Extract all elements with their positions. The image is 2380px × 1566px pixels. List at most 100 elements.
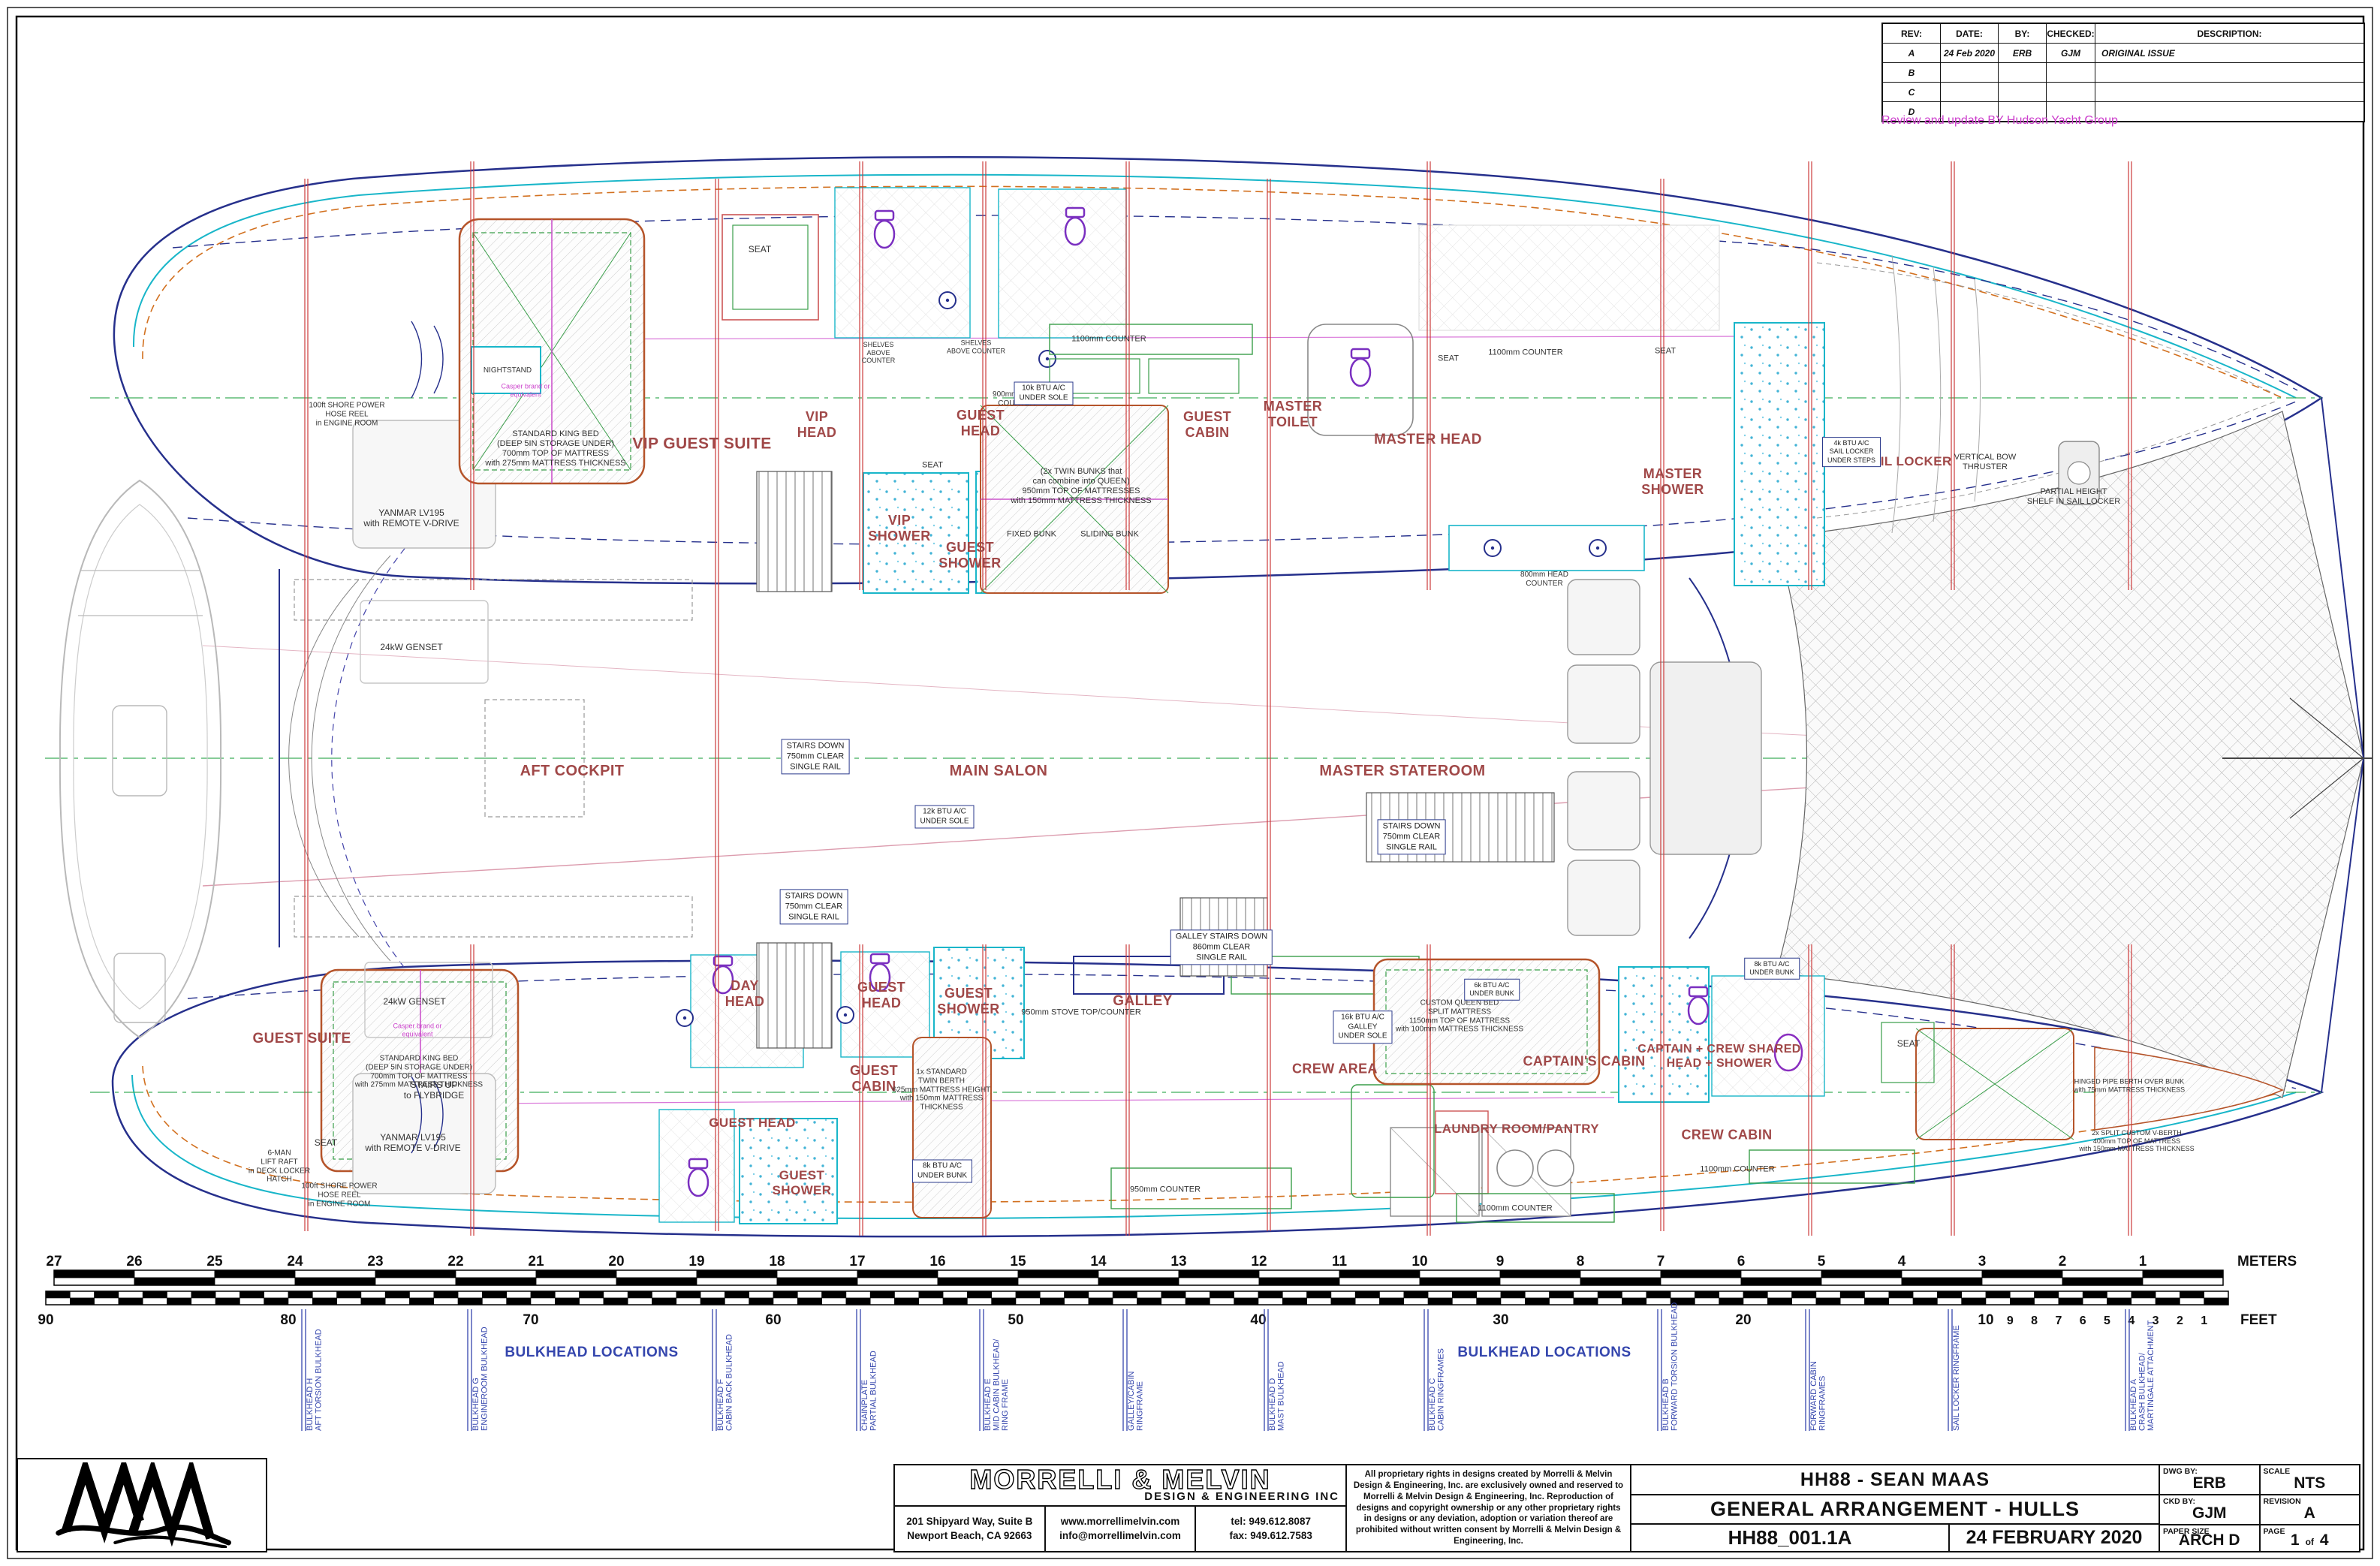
page-label: PAGE [2264,1527,2285,1536]
master-stateroom-furniture [1568,580,1761,935]
revision-label: REVISION [2264,1497,2301,1506]
svg-text:BULKHEAD FCABIN BACK BULKHEAD: BULKHEAD FCABIN BACK BULKHEAD [716,1334,734,1431]
company-tel: tel: 949.612.8087 [1231,1515,1311,1528]
revision-header-cell: BY: [1999,24,2047,44]
svg-text:2: 2 [2177,1315,2183,1327]
svg-text:30: 30 [1493,1312,1508,1328]
revision-note: Review and update BY Hudson Yacht Group [1881,114,2118,128]
svg-text:9: 9 [2007,1315,2014,1327]
dwg-by-cell: DWG BY: ERB [2160,1465,2261,1494]
revision-cell: B [1883,63,1941,83]
svg-text:BULKHEAD CCABIN RINGFRAMES: BULKHEAD CCABIN RINGFRAMES [1428,1348,1446,1431]
svg-text:GALLEY/CABINRINGFRAME: GALLEY/CABINRINGFRAME [1127,1371,1145,1431]
revision-header-cell: DESCRIPTION: [2095,24,2363,44]
svg-text:20: 20 [608,1254,624,1269]
revision-cell: C [1883,83,1941,102]
company-email: info@morrellimelvin.com [1059,1529,1181,1543]
ckd-by-value: GJM [2192,1504,2227,1522]
company-website: www.morrellimelvin.com [1061,1515,1180,1528]
ga-drawing: 2726252423222120191817161514131211109876… [0,0,2380,1566]
svg-text:CHAINPLATEPARTIAL BULKHEAD: CHAINPLATEPARTIAL BULKHEAD [860,1351,878,1431]
svg-text:BULKHEAD GENGINEROOM BULKHEAD: BULKHEAD GENGINEROOM BULKHEAD [471,1327,490,1431]
svg-text:20: 20 [1735,1312,1751,1328]
company-web: www.morrellimelvin.com info@morrellimelv… [1046,1507,1197,1551]
scale-value: NTS [2294,1474,2325,1492]
svg-text:21: 21 [528,1254,544,1269]
dwg-by-value: ERB [2193,1474,2226,1492]
svg-text:16: 16 [929,1254,945,1269]
svg-text:9: 9 [1496,1254,1505,1269]
company-logo [17,1458,267,1552]
svg-text:BULKHEAD EMID CABIN BULKHEAD/R: BULKHEAD EMID CABIN BULKHEAD/RING FRAME [984,1339,1010,1431]
svg-text:4: 4 [1898,1254,1906,1269]
address-line2: Newport Beach, CA 92663 [907,1529,1032,1543]
mm-logo-icon [21,1462,263,1548]
company-block: MORRELLI & MELVIN DESIGN & ENGINEERING I… [895,1465,1347,1551]
svg-text:80: 80 [280,1312,296,1328]
svg-text:SAIL LOCKER RINGFRAME: SAIL LOCKER RINGFRAME [1952,1325,1961,1431]
svg-text:70: 70 [523,1312,538,1328]
revision-cell [1999,83,2047,102]
revision-cell: GJM [2047,44,2095,63]
page-of: of [2306,1537,2314,1547]
revision-cell: ERB [1999,44,2047,63]
drawing-date: 24 FEBRUARY 2020 [1950,1525,2159,1551]
paper-size-label: PAPER SIZE [2163,1527,2210,1536]
svg-text:50: 50 [1008,1312,1023,1328]
svg-text:25: 25 [206,1254,223,1269]
ckd-by-cell: CKD BY: GJM [2160,1495,2261,1524]
svg-text:13: 13 [1170,1254,1186,1269]
page-number: 1 [2291,1531,2300,1549]
svg-text:14: 14 [1090,1254,1107,1269]
drawing-sheet: 2726252423222120191817161514131211109876… [0,0,2380,1566]
svg-text:7: 7 [1657,1254,1665,1269]
svg-text:BULKHEAD HAFT TORSION BULKHEAD: BULKHEAD HAFT TORSION BULKHEAD [306,1329,324,1431]
revision-cell: ORIGINAL ISSUE [2095,44,2363,63]
company-address: 201 Shipyard Way, Suite B Newport Beach,… [895,1507,1046,1551]
revision-header-cell: REV: [1883,24,1941,44]
svg-text:26: 26 [126,1254,142,1269]
scale-label: SCALE [2264,1467,2291,1476]
project-block: HH88 - SEAN MAAS GENERAL ARRANGEMENT - H… [1631,1465,2160,1551]
drawing-number: HH88_001.1A [1631,1525,1950,1551]
revision-table: REV:DATE:BY:CHECKED:DESCRIPTION: A24 Feb … [1881,23,2365,122]
company-phone: tel: 949.612.8087 fax: 949.612.7583 [1196,1507,1345,1551]
scale-cell: SCALE NTS [2261,1465,2360,1494]
svg-text:15: 15 [1010,1254,1026,1269]
svg-text:12: 12 [1251,1254,1267,1269]
page-total: 4 [2320,1531,2329,1549]
revision-header-cell: DATE: [1941,24,1999,44]
svg-text:60: 60 [765,1312,781,1328]
svg-text:24: 24 [287,1254,303,1269]
dwg-by-label: DWG BY: [2163,1467,2198,1476]
svg-text:BULKHEAD DMAST BULKHEAD: BULKHEAD DMAST BULKHEAD [1268,1361,1286,1431]
meta-block: DWG BY: ERB SCALE NTS CKD BY: GJM REVISI… [2160,1465,2359,1551]
page-cell: PAGE 1 of 4 [2261,1525,2360,1551]
svg-text:METERS: METERS [2237,1254,2297,1269]
revision-cell: A [1883,44,1941,63]
title-block: MORRELLI & MELVIN DESIGN & ENGINEERING I… [893,1464,2360,1552]
revision-cell [2095,83,2363,102]
company-fax: fax: 949.612.7583 [1230,1529,1312,1543]
revision-cell: REVISION A [2261,1495,2360,1524]
revision-cell [2095,63,2363,83]
paper-size-cell: PAPER SIZE ARCH D [2160,1525,2261,1551]
svg-text:2: 2 [2059,1254,2067,1269]
svg-text:5: 5 [1818,1254,1826,1269]
revision-cell [1941,83,1999,102]
svg-text:90: 90 [38,1312,53,1328]
svg-text:7: 7 [2055,1315,2062,1327]
legal-text: All proprietary rights in designs create… [1347,1465,1631,1551]
revision-cell [2047,83,2095,102]
svg-text:8: 8 [2031,1315,2038,1327]
svg-text:27: 27 [46,1254,62,1269]
scale-bars: 2726252423222120191817161514131211109876… [38,1254,2297,1328]
svg-text:1: 1 [2201,1315,2207,1327]
svg-text:1: 1 [2139,1254,2147,1269]
revision-cell [2047,63,2095,83]
revision-value: A [2304,1504,2315,1522]
revision-cell: 24 Feb 2020 [1941,44,1999,63]
revision-header-cell: CHECKED: [2047,24,2095,44]
svg-text:BULKHEAD BFORWARD TORSION BULK: BULKHEAD BFORWARD TORSION BULKHEAD [1661,1302,1680,1431]
svg-text:23: 23 [367,1254,383,1269]
